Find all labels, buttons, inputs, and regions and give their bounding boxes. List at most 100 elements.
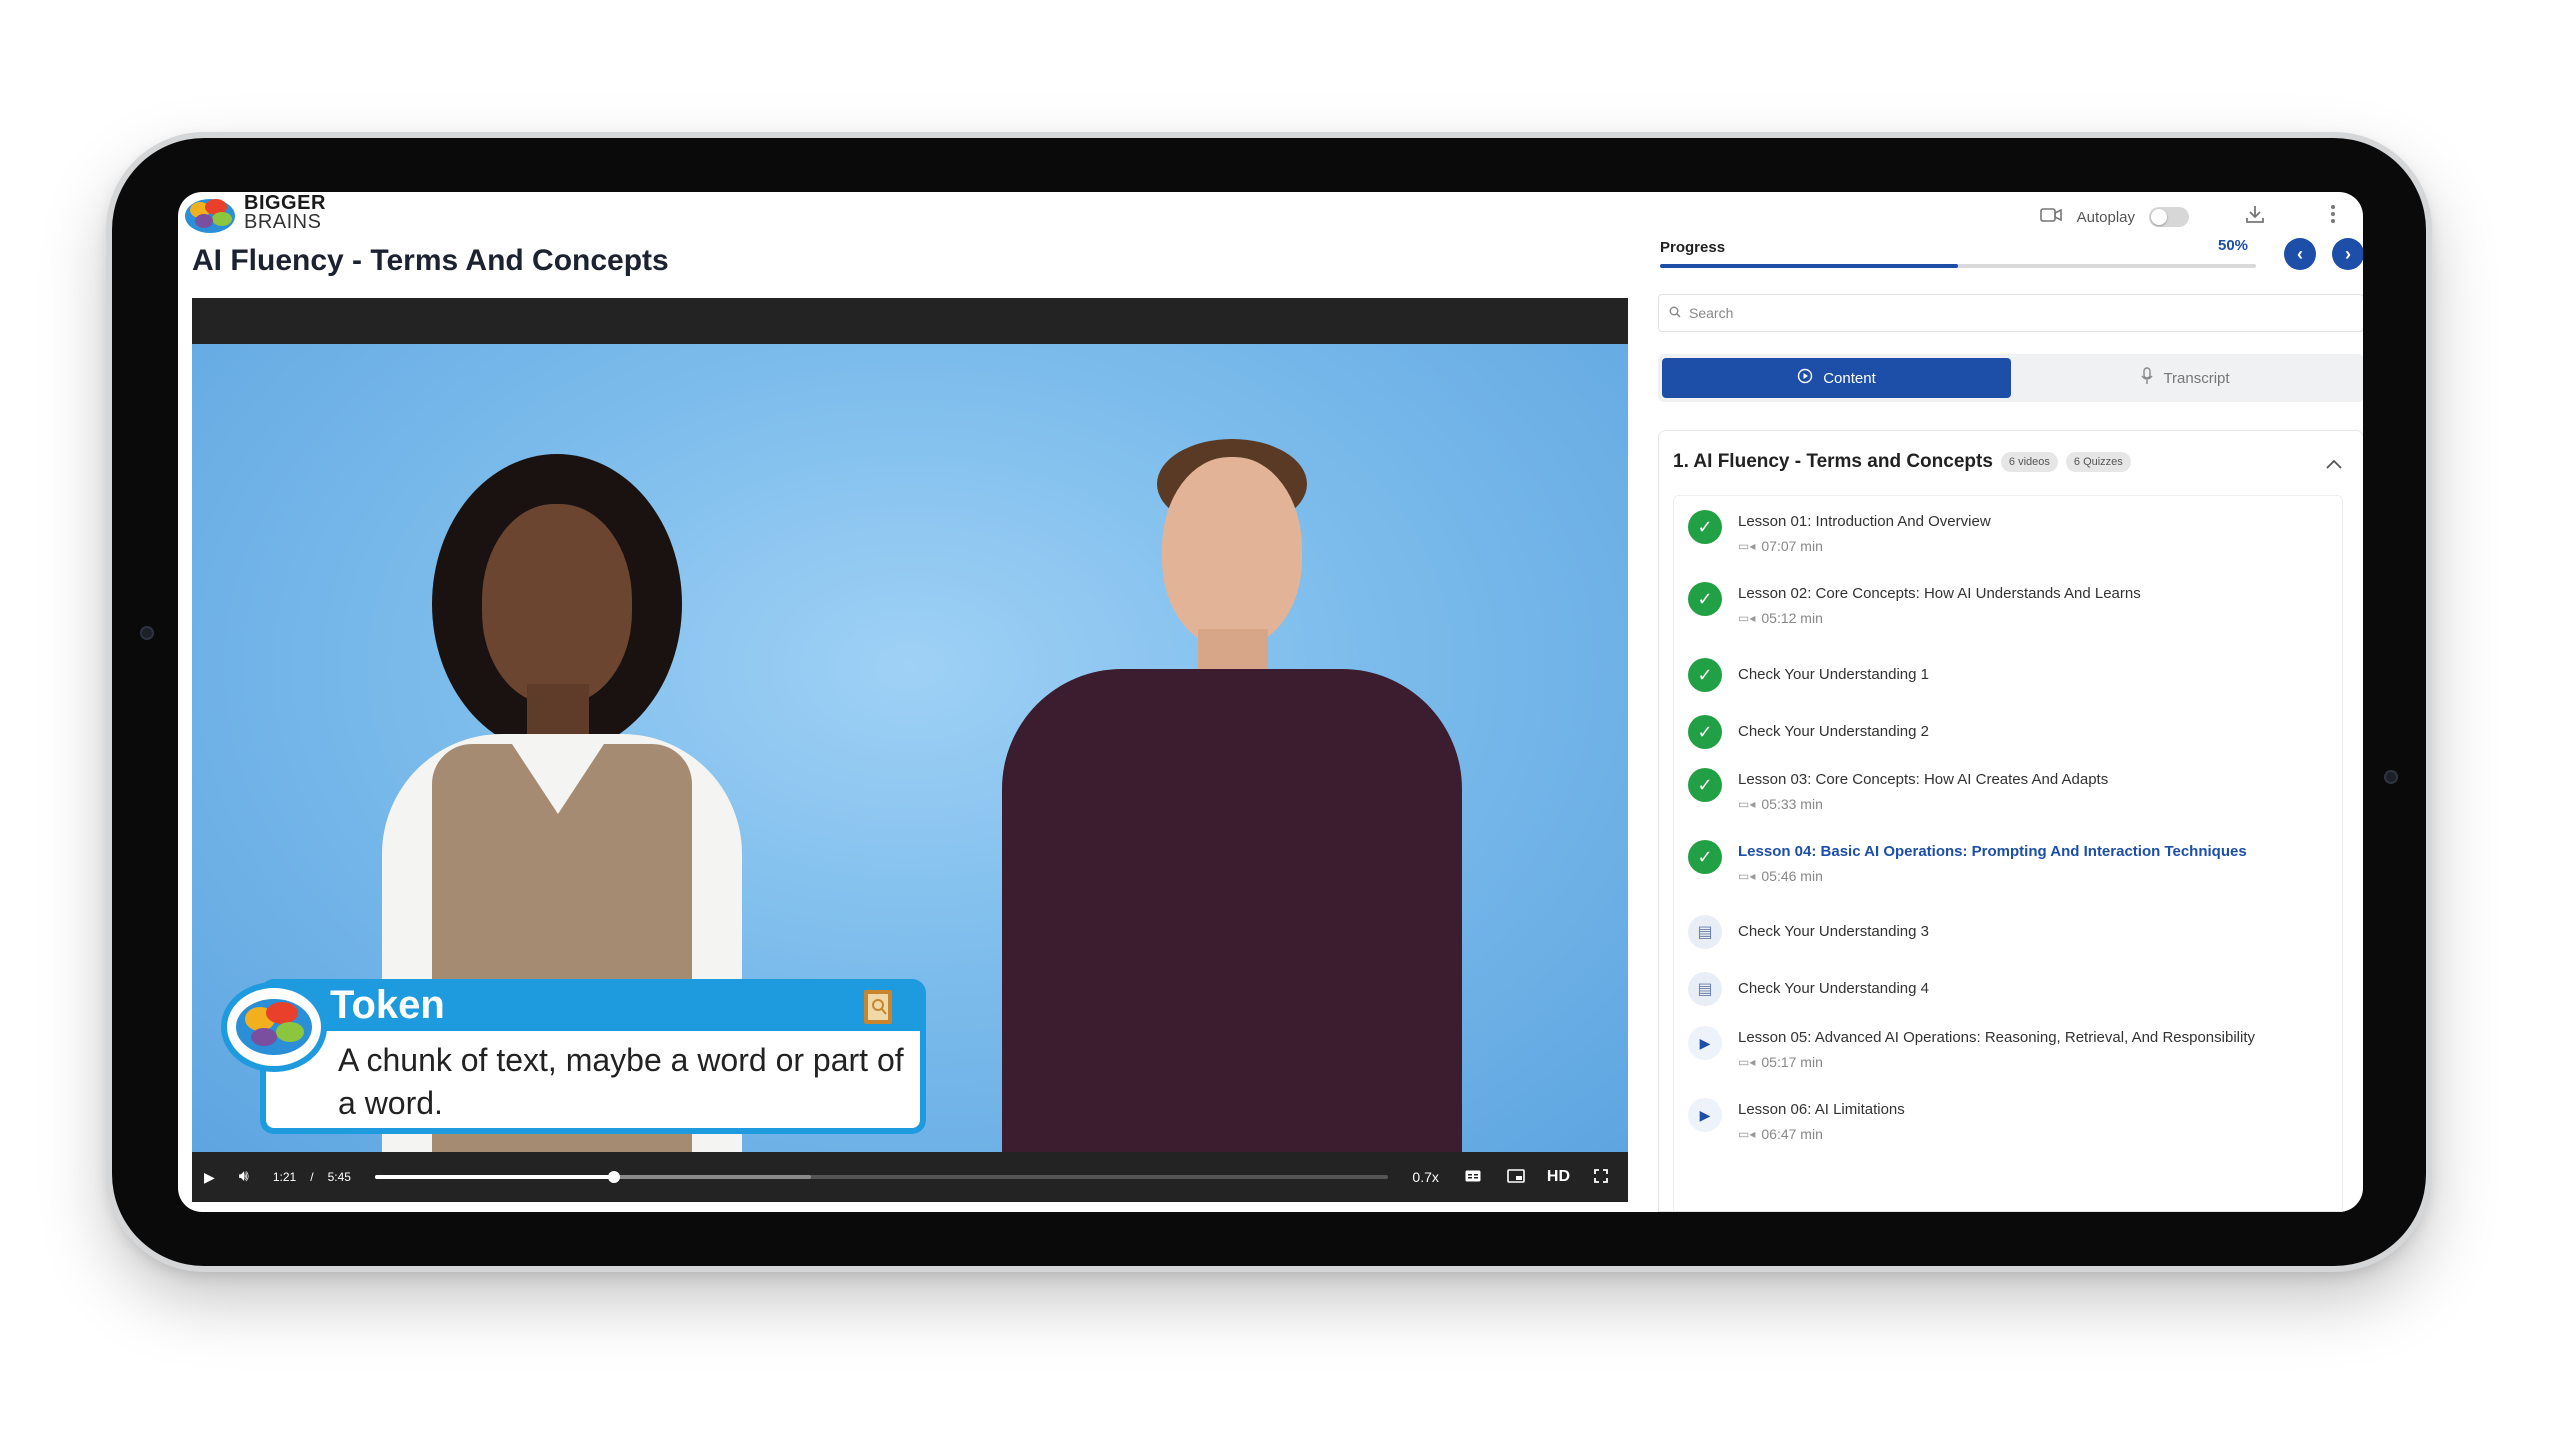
item-title: Check Your Understanding 3 [1738,923,1929,940]
checkmark-icon: ✓ [1688,840,1722,874]
item-title: Check Your Understanding 4 [1738,980,1929,997]
checkmark-icon: ✓ [1688,582,1722,616]
progress-bar-fill [1660,264,1958,268]
current-time: 1:21 [272,1170,297,1184]
item-title: Lesson 01: Introduction And Overview [1738,513,1991,530]
quiz-document-icon: ▤ [1688,972,1722,1006]
chevron-left-icon: ‹ [2297,243,2303,264]
quizzes-count-badge: 6 Quizzes [2065,452,2131,472]
item-duration: 05:46 min [1761,868,1823,884]
autoplay-toggle[interactable] [2149,207,2189,227]
list-item[interactable]: ▶ Lesson 06: AI Limitations ▭◂ 06:47 min [1674,1098,2342,1142]
video-player[interactable]: Token A chunk of text, maybe a word or p… [192,298,1628,1202]
play-circle-icon [1797,368,1813,388]
item-title: Lesson 05: Advanced AI Operations: Reaso… [1738,1029,2255,1046]
page-title: AI Fluency - Terms And Concepts [192,244,669,277]
video-camera-icon: ▭◂ [1738,869,1756,883]
item-title: Lesson 06: AI Limitations [1738,1101,1905,1118]
videos-count-badge: 6 videos [2000,452,2058,472]
progress-bar [1660,264,2256,268]
sidebar-tabs: Content Transcript [1658,354,2363,402]
caption-text: A chunk of text, maybe a word or part of… [260,1031,926,1134]
checkmark-icon: ✓ [1688,715,1722,749]
tab-content-label: Content [1823,369,1876,387]
item-title: Check Your Understanding 1 [1738,666,1929,683]
play-icon[interactable]: ▶ [204,1169,215,1186]
video-camera-icon: ▭◂ [1738,1055,1756,1069]
volume-icon[interactable]: 🔊︎ [239,1168,249,1186]
progress-percent: 50% [2218,237,2249,254]
chevron-up-icon[interactable] [2325,453,2343,474]
video-controls: ▶ 🔊︎ 1:21 / 5:45 0.7x HD [192,1152,1628,1202]
seek-handle[interactable] [608,1171,621,1183]
playback-speed[interactable]: 0.7x [1412,1169,1438,1185]
quiz-document-icon: ▤ [1688,915,1722,949]
search-input[interactable] [1689,305,2329,321]
list-item[interactable]: ✓ Lesson 01: Introduction And Overview ▭… [1674,510,2342,554]
course-sidebar: Progress 50% ‹ › Content Tran [1658,234,2363,1212]
tablet-camera-right [2384,770,2398,784]
more-options-icon[interactable] [2321,204,2345,230]
section-title: 1. AI Fluency - Terms and Concepts [1673,451,1993,472]
list-item[interactable]: ✓ Check Your Understanding 2 [1674,715,2342,749]
video-frame[interactable]: Token A chunk of text, maybe a word or p… [192,344,1628,1152]
video-camera-icon: ▭◂ [1738,797,1756,811]
microphone-icon [2141,367,2153,389]
play-icon: ▶ [1688,1026,1722,1060]
captions-icon[interactable] [1465,1170,1481,1185]
item-duration: 05:17 min [1761,1054,1823,1070]
course-section: 1. AI Fluency - Terms and Concepts 6 vid… [1658,430,2363,1212]
list-item[interactable]: ▤ Check Your Understanding 4 [1674,972,2342,1006]
checkmark-icon: ✓ [1688,658,1722,692]
brain-badge-icon [221,982,327,1072]
item-title: Lesson 04: Basic AI Operations: Promptin… [1738,843,2247,860]
section-header[interactable]: 1. AI Fluency - Terms and Concepts 6 vid… [1673,451,2131,473]
search-icon [1669,305,1681,321]
previous-lesson-button[interactable]: ‹ [2284,238,2316,270]
video-camera-icon: ▭◂ [1738,1127,1756,1141]
list-item-current[interactable]: ✓ Lesson 04: Basic AI Operations: Prompt… [1674,840,2342,884]
total-duration: 5:45 [327,1170,351,1184]
video-camera-icon: ▭◂ [1738,611,1756,625]
tab-transcript-label: Transcript [2163,369,2230,387]
checkmark-icon: ✓ [1688,510,1722,544]
next-lesson-button[interactable]: › [2332,238,2363,270]
checkmark-icon: ✓ [1688,768,1722,802]
download-icon[interactable] [2243,204,2267,230]
brand-line-2: BRAINS [244,211,322,233]
book-icon [864,990,892,1024]
tab-content[interactable]: Content [1662,358,2011,398]
item-duration: 07:07 min [1761,538,1823,554]
video-camera-icon: ▭◂ [1738,539,1756,553]
brand-logo[interactable]: BIGGER BRAINS [182,192,332,236]
item-title: Check Your Understanding 2 [1738,723,1929,740]
play-icon: ▶ [1688,1098,1722,1132]
video-camera-icon [2039,206,2063,229]
picture-in-picture-icon[interactable] [1507,1168,1525,1186]
caption-brain-badge [220,979,328,1075]
list-item[interactable]: ▤ Check Your Understanding 3 [1674,915,2342,949]
app-screen: BIGGER BRAINS AI Fluency - Terms And Con… [178,192,2363,1212]
tablet-camera-left [140,626,154,640]
brain-logo-icon [185,199,235,233]
fullscreen-icon[interactable] [1594,1168,1608,1186]
item-duration: 05:33 min [1761,796,1823,812]
list-item[interactable]: ✓ Lesson 03: Core Concepts: How AI Creat… [1674,768,2342,812]
caption-title: Token [330,983,445,1027]
list-item[interactable]: ✓ Check Your Understanding 1 [1674,658,2342,692]
quality-badge[interactable]: HD [1547,1168,1570,1186]
seek-played [374,1175,615,1179]
tab-transcript[interactable]: Transcript [2011,358,2360,398]
progress-label: Progress [1660,239,1726,256]
seek-bar[interactable] [374,1171,1389,1183]
presenter-right [972,439,1492,1152]
list-item[interactable]: ✓ Lesson 02: Core Concepts: How AI Under… [1674,582,2342,626]
item-duration: 06:47 min [1761,1126,1823,1142]
brand-wordmark: BIGGER BRAINS [244,193,326,233]
list-item[interactable]: ▶ Lesson 05: Advanced AI Operations: Rea… [1674,1026,2342,1070]
autoplay-label: Autoplay [2076,208,2135,226]
top-toolbar: Autoplay [2039,202,2345,232]
caption-box: Token A chunk of text, maybe a word or p… [220,979,926,1134]
item-title: Lesson 03: Core Concepts: How AI Creates… [1738,771,2109,788]
search-box [1658,294,2363,332]
